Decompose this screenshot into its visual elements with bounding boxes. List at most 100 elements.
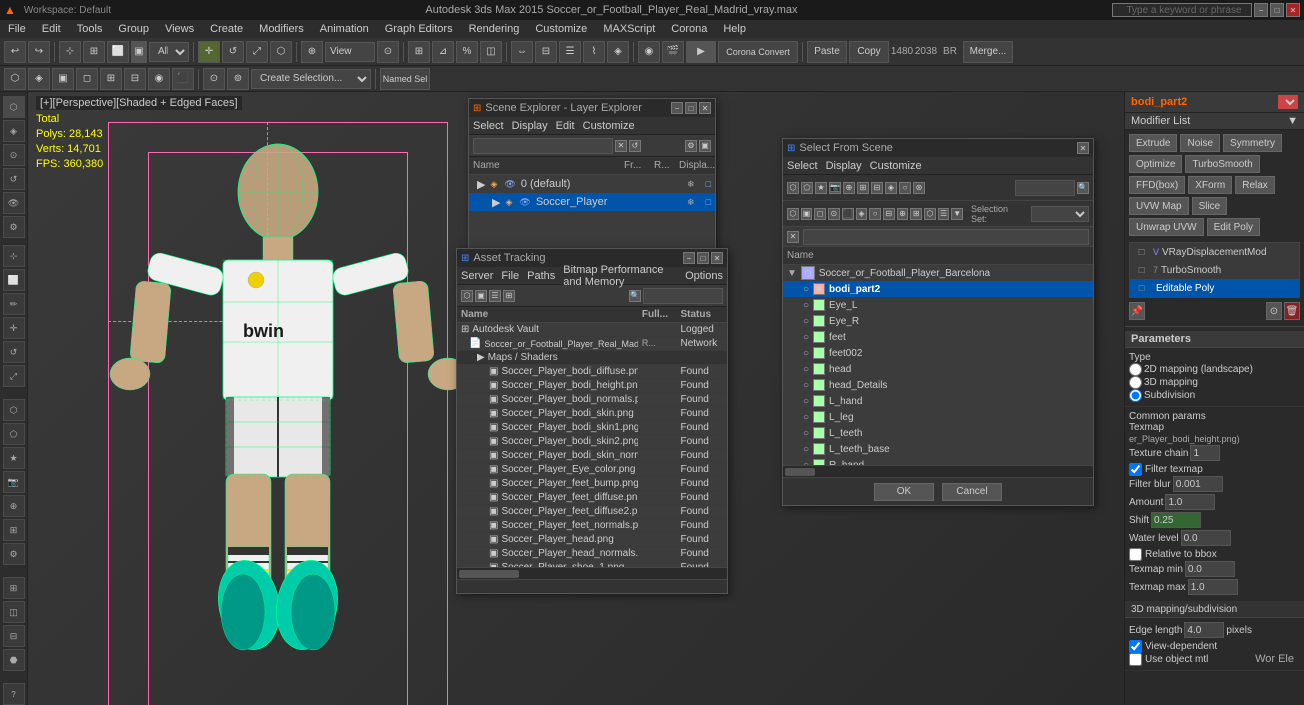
keyboard-shortcut-btn[interactable]: ? [3, 683, 25, 705]
sfs-t2[interactable]: ▣ [801, 208, 813, 220]
relax-btn[interactable]: Relax [1235, 176, 1275, 194]
make-unique-btn[interactable]: ⊙ [1266, 302, 1282, 320]
create-light-btn[interactable]: ★ [3, 447, 25, 469]
select-filter-dropdown[interactable]: All [149, 42, 189, 62]
at-grid-btn[interactable]: ▣ [475, 290, 487, 302]
at-file-8[interactable]: ▣ Soccer_Player_feet_bump.png Found [457, 477, 727, 491]
curve-editor-btn[interactable]: ⌇ [583, 41, 605, 63]
sfs-titlebar[interactable]: ⊞ Select From Scene ✕ [783, 139, 1093, 157]
scale-btn[interactable]: ⤢ [246, 41, 268, 63]
scene-explorer-titlebar[interactable]: ⊞ Scene Explorer - Layer Explorer − □ ✕ [469, 99, 715, 117]
corona-convert-btn[interactable]: Corona Convert [718, 41, 798, 63]
redo-btn[interactable]: ↪ [28, 41, 50, 63]
selection-set-dropdown[interactable]: Create Selection... [251, 69, 371, 89]
sfs-t9[interactable]: ⊕ [897, 208, 909, 220]
texture-chain-input[interactable] [1190, 445, 1220, 461]
menu-rendering[interactable]: Rendering [465, 23, 524, 35]
sfs-row-head[interactable]: ○ head [783, 361, 1093, 377]
sfs-object-list[interactable]: ▼ ⬡ Soccer_or_Football_Player_Barcelona … [783, 265, 1093, 465]
at-file-14[interactable]: ▣ Soccer_Player_shoe_1.png Found [457, 561, 727, 568]
spinner-snap-btn[interactable]: ◫ [480, 41, 502, 63]
menu-tools[interactable]: Tools [73, 23, 107, 35]
schematic-btn[interactable]: ◈ [607, 41, 629, 63]
sfs-shape-btn[interactable]: ⬠ [801, 182, 813, 194]
at-file-0[interactable]: ▣ Soccer_Player_bodi_diffuse.png Found [457, 365, 727, 379]
scale-type-btn[interactable]: ⬡ [270, 41, 292, 63]
sfs-menu-customize[interactable]: Customize [870, 160, 922, 172]
optimize-btn[interactable]: Optimize [1129, 155, 1182, 173]
type-3d-radio[interactable]: 3D mapping [1129, 376, 1300, 389]
menu-file[interactable]: File [4, 23, 30, 35]
window-crossing-btn[interactable]: ▣ [131, 41, 147, 63]
at-menu-options[interactable]: Options [685, 270, 723, 282]
sfs-bone-btn[interactable]: ⊟ [871, 182, 883, 194]
sub8-btn[interactable]: ⊙ [203, 68, 225, 90]
texmap-min-input[interactable] [1185, 561, 1235, 577]
minimize-btn[interactable]: − [1254, 3, 1268, 17]
extrude-btn[interactable]: Extrude [1129, 134, 1177, 152]
at-file-10[interactable]: ▣ Soccer_Player_feet_diffuse2.png Found [457, 505, 727, 519]
se-filter-btn[interactable]: ▣ [699, 140, 711, 152]
undo-btn[interactable]: ↩ [4, 41, 26, 63]
sfs-row-eye-l[interactable]: ○ Eye_L [783, 297, 1093, 313]
sfs-t8[interactable]: ⊟ [883, 208, 895, 220]
sub6-btn[interactable]: ◉ [148, 68, 170, 90]
se-menu-customize[interactable]: Customize [583, 120, 635, 132]
move-btn2[interactable]: ✛ [3, 317, 25, 339]
sub2-btn[interactable]: ▣ [52, 68, 74, 90]
sfs-search-input[interactable] [1015, 180, 1075, 196]
rotate-btn[interactable]: ↺ [222, 41, 244, 63]
menu-edit[interactable]: Edit [38, 23, 65, 35]
select-name-btn[interactable]: ⊞ [83, 41, 105, 63]
utilities-tab[interactable]: ⚙ [3, 216, 25, 238]
angle-snap-btn[interactable]: ⊿ [432, 41, 454, 63]
close-btn[interactable]: ✕ [1286, 3, 1300, 17]
se-minimize-btn[interactable]: − [671, 102, 683, 114]
ref-coord-btn[interactable]: ⊕ [301, 41, 323, 63]
at-search-btn[interactable]: 🔍 [629, 290, 641, 302]
sub3-btn[interactable]: ◻ [76, 68, 98, 90]
se-menu-select[interactable]: Select [473, 120, 504, 132]
sfs-row-l-teeth-base[interactable]: ○ L_teeth_base [783, 441, 1093, 457]
sfs-row-head-details[interactable]: ○ head_Details [783, 377, 1093, 393]
at-hscrollbar[interactable] [457, 567, 727, 579]
modifier-editable-poly[interactable]: ☐ Editable Poly [1130, 279, 1299, 297]
sfs-invert-btn[interactable]: ⊛ [913, 182, 925, 194]
modifier-vray[interactable]: ☐ V VRayDisplacementMod [1130, 243, 1299, 261]
create-cam-btn[interactable]: 📷 [3, 471, 25, 493]
menu-animation[interactable]: Animation [316, 23, 373, 35]
pivot-btn[interactable]: ⊙ [377, 41, 399, 63]
at-menu-paths[interactable]: Paths [527, 270, 555, 282]
sfs-row-bodi[interactable]: ○ ▣ bodi_part2 [783, 281, 1093, 297]
sfs-row-l-teeth[interactable]: ○ L_teeth [783, 425, 1093, 441]
sfs-geo-btn[interactable]: ⬡ [787, 182, 799, 194]
sub1-btn[interactable]: ◈ [28, 68, 50, 90]
sfs-t10[interactable]: ⊞ [910, 208, 922, 220]
sfs-t3[interactable]: ◻ [814, 208, 826, 220]
percent-snap-btn[interactable]: % [456, 41, 478, 63]
material-editor-btn[interactable]: ◉ [638, 41, 660, 63]
maximize-btn[interactable]: □ [1270, 3, 1284, 17]
rotate-btn2[interactable]: ↺ [3, 341, 25, 363]
at-menu-server[interactable]: Server [461, 270, 493, 282]
relative-bbox-checkbox[interactable]: Relative to bbox [1129, 548, 1300, 561]
create-space-btn[interactable]: ⊞ [3, 519, 25, 541]
workspace-dropdown[interactable]: Workspace: Default [24, 5, 111, 16]
sub7-btn[interactable]: ⬛ [172, 68, 194, 90]
amount-input[interactable] [1165, 494, 1215, 510]
se-refresh-btn[interactable]: ↺ [629, 140, 641, 152]
se-maximize-btn[interactable]: □ [685, 102, 697, 114]
sfs-t6[interactable]: ◈ [856, 208, 868, 220]
at-file-9[interactable]: ▣ Soccer_Player_feet_diffuse.png Found [457, 491, 727, 505]
sfs-row-l-leg[interactable]: ○ L_leg [783, 409, 1093, 425]
sfs-menu-select[interactable]: Select [787, 160, 818, 172]
menu-group[interactable]: Group [114, 23, 153, 35]
sfs-all-btn[interactable]: ◈ [885, 182, 897, 194]
display-tab[interactable]: 👁 [3, 192, 25, 214]
xform-btn[interactable]: XForm [1188, 176, 1232, 194]
at-file-3[interactable]: ▣ Soccer_Player_bodi_skin.png Found [457, 407, 727, 421]
paint-sel-btn[interactable]: ✏ [3, 293, 25, 315]
motion-tab[interactable]: ↺ [3, 168, 25, 190]
menu-help[interactable]: Help [719, 23, 750, 35]
mirror-btn[interactable]: ⇔ [511, 41, 533, 63]
